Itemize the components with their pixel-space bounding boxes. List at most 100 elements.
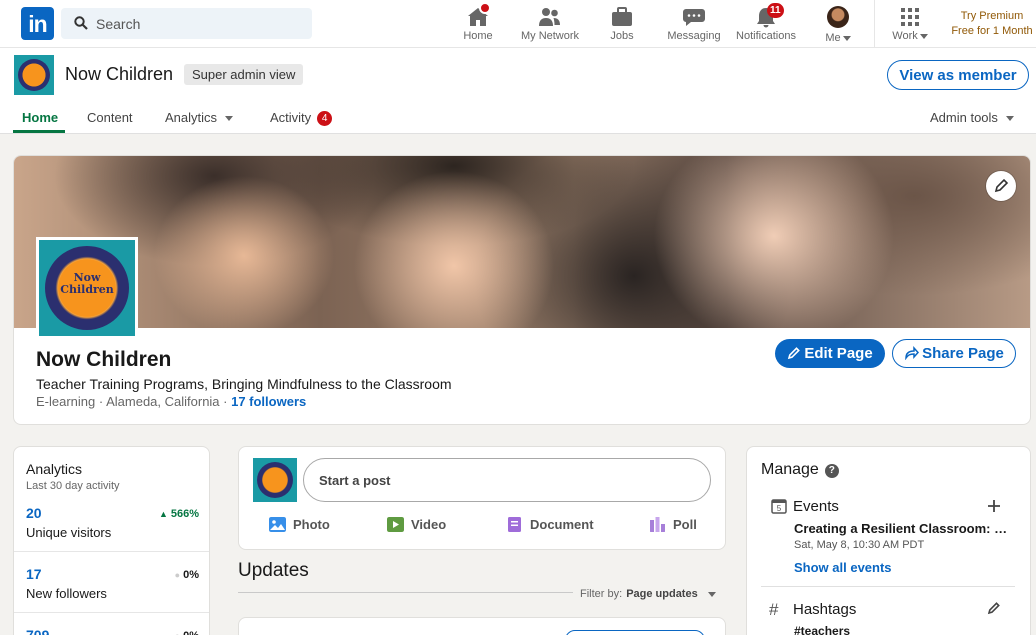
analytics-card: Analytics Last 30 day activity 20 ▲ 566% … xyxy=(13,446,210,635)
people-icon xyxy=(519,4,581,28)
search-icon xyxy=(74,16,88,30)
nav-messaging[interactable]: Messaging xyxy=(666,4,722,44)
super-admin-badge: Super admin view xyxy=(184,64,304,85)
nav-work[interactable]: Work xyxy=(890,4,930,44)
tab-home[interactable]: Home xyxy=(22,110,58,125)
organization-tagline: Teacher Training Programs, Bringing Mind… xyxy=(36,376,452,392)
followers-link[interactable]: 17 followers xyxy=(231,394,306,409)
divider xyxy=(14,551,209,552)
page-profile-card: Now Children Now Children Teacher Trainin… xyxy=(13,155,1031,425)
neutral-dot-icon: ● xyxy=(175,631,180,635)
feed-post-card xyxy=(238,617,726,635)
manage-card: Manage? 5 Events Creating a Resilient Cl… xyxy=(746,446,1031,635)
composer-avatar xyxy=(253,458,297,502)
nav-jobs[interactable]: Jobs xyxy=(607,4,637,44)
pencil-icon xyxy=(994,178,1009,193)
notification-count-badge: 11 xyxy=(767,3,784,18)
nav-work-label: Work xyxy=(890,30,930,42)
pencil-icon[interactable] xyxy=(987,601,1001,615)
nav-notifications-label: Notifications xyxy=(736,30,796,42)
photo-button[interactable]: Photo xyxy=(269,517,330,532)
nav-divider xyxy=(874,0,875,48)
admin-tools-menu[interactable]: Admin tools xyxy=(930,110,1014,125)
nav-me[interactable]: Me xyxy=(822,4,854,44)
feed-post-button[interactable] xyxy=(565,630,705,635)
nav-my-network-label: My Network xyxy=(520,30,580,42)
edit-page-button[interactable]: Edit Page xyxy=(775,339,885,368)
bell-icon: 11 xyxy=(733,3,799,28)
hashtag-item[interactable]: #teachers xyxy=(794,624,850,635)
home-icon xyxy=(463,2,493,28)
premium-line-1: Try Premium xyxy=(960,10,1024,22)
stat-value[interactable]: 709 xyxy=(26,627,49,635)
nav-my-network[interactable]: My Network xyxy=(519,4,581,44)
video-button[interactable]: Video xyxy=(387,517,446,532)
events-heading: Events xyxy=(793,498,839,515)
help-icon[interactable]: ? xyxy=(824,464,839,478)
active-tab-indicator xyxy=(13,130,65,133)
linkedin-logo[interactable]: in xyxy=(21,7,54,40)
cover-image xyxy=(14,156,1030,328)
tab-analytics[interactable]: Analytics xyxy=(165,110,234,125)
page-name: Now Children xyxy=(65,64,174,84)
hashtag-icon: # xyxy=(769,600,779,619)
chat-icon xyxy=(666,4,722,28)
document-button[interactable]: Document xyxy=(506,517,594,532)
top-nav: in Home My Network Jobs Messaging 11 xyxy=(0,0,1036,48)
tab-activity[interactable]: Activity 4 xyxy=(270,110,333,126)
post-composer-card: Start a post Photo Video Document Poll xyxy=(238,446,726,550)
svg-text:5: 5 xyxy=(777,504,782,513)
stat-change: ▲ 566% xyxy=(158,508,199,520)
nav-messaging-label: Messaging xyxy=(667,30,721,42)
search-box[interactable] xyxy=(61,8,312,39)
stat-change: ●0% xyxy=(174,569,199,581)
analytics-title: Analytics xyxy=(26,461,83,477)
nav-home[interactable]: Home xyxy=(463,2,493,44)
event-date: Sat, May 8, 10:30 AM PDT xyxy=(794,539,925,551)
tab-content[interactable]: Content xyxy=(87,110,133,125)
nav-me-label: Me xyxy=(822,32,854,44)
stat-label: Unique visitors xyxy=(26,525,112,540)
photo-icon xyxy=(269,517,286,532)
chevron-down-icon xyxy=(1005,116,1014,122)
event-title[interactable]: Creating a Resilient Classroom: 7 Ways t… xyxy=(794,521,1014,536)
trend-up-icon: ▲ xyxy=(158,509,168,519)
share-page-button[interactable]: Share Page xyxy=(892,339,1016,368)
neutral-dot-icon: ● xyxy=(174,570,181,580)
briefcase-icon xyxy=(607,4,637,28)
try-premium-link[interactable]: Try Premium Free for 1 Month xyxy=(942,9,1036,39)
stat-label: New followers xyxy=(26,586,107,601)
updates-heading: Updates xyxy=(238,560,309,581)
company-logo[interactable]: Now Children xyxy=(36,237,138,339)
show-all-events-link[interactable]: Show all events xyxy=(794,560,892,575)
organization-meta: E-learning · Alameda, California · 17 fo… xyxy=(36,394,307,409)
nav-notifications[interactable]: 11 Notifications xyxy=(733,3,799,44)
calendar-icon: 5 xyxy=(771,499,787,514)
filter-dropdown[interactable]: Filter by: Page updates xyxy=(580,588,716,600)
analytics-subtitle: Last 30 day activity xyxy=(26,480,120,492)
add-icon[interactable] xyxy=(987,499,1001,513)
nav-home-label: Home xyxy=(463,30,493,42)
grid-icon xyxy=(890,4,930,28)
premium-line-2: Free for 1 Month xyxy=(951,25,1033,37)
stat-value[interactable]: 20 xyxy=(26,505,42,521)
chevron-down-icon xyxy=(225,116,234,122)
search-input[interactable] xyxy=(96,8,306,39)
view-as-member-button[interactable]: View as member xyxy=(887,60,1029,90)
chevron-down-icon xyxy=(919,33,928,39)
avatar xyxy=(822,6,854,30)
stat-value[interactable]: 17 xyxy=(26,566,42,582)
stat-change: ●0% xyxy=(175,630,199,635)
company-logo-small xyxy=(14,55,54,95)
chevron-down-icon xyxy=(707,591,716,597)
hashtags-heading: Hashtags xyxy=(793,601,857,618)
activity-count-badge: 4 xyxy=(317,111,333,126)
poll-icon xyxy=(650,517,665,532)
share-icon xyxy=(905,346,920,361)
start-post-button[interactable]: Start a post xyxy=(303,458,711,502)
poll-button[interactable]: Poll xyxy=(649,517,697,532)
divider xyxy=(761,586,1015,587)
edit-cover-button[interactable] xyxy=(986,171,1016,201)
organization-name: Now Children xyxy=(36,348,172,371)
pencil-icon xyxy=(788,347,801,360)
